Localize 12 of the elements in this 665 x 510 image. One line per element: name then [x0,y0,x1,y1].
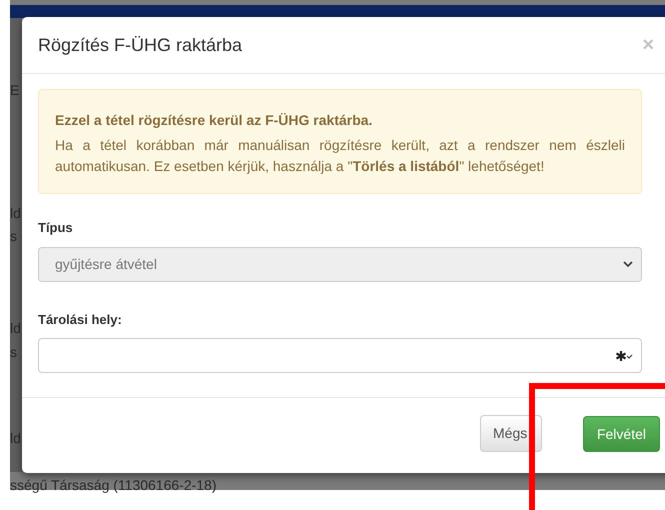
dialog-title: Rögzítés F-ÜHG raktárba [38,34,242,57]
storage-location-field[interactable] [38,338,642,373]
add-button[interactable]: Felvétel [582,416,660,452]
field-label: Tárolási hely: [38,310,123,329]
chevron-down-icon [623,260,633,268]
background-text: sségű Társaság (11306166-2-18) [10,477,216,493]
alert-heading: Ezzel a tétel rögzítésre kerül az F-ÜHG raktárba. [55,111,374,130]
cancel-button[interactable]: Mégs [480,415,542,452]
field-value: gyűjtésre átvétel [55,254,157,274]
asterisk-icon [615,350,633,362]
field-label: Típus [38,219,74,237]
alert-message: Ha a tétel korábban már manuálisan rögzítésre került, azt a rendszer nem észleli automatikusan. Ez esetben kérjük, használja a "Törlés a listából" lehetőséget! [55,136,625,176]
